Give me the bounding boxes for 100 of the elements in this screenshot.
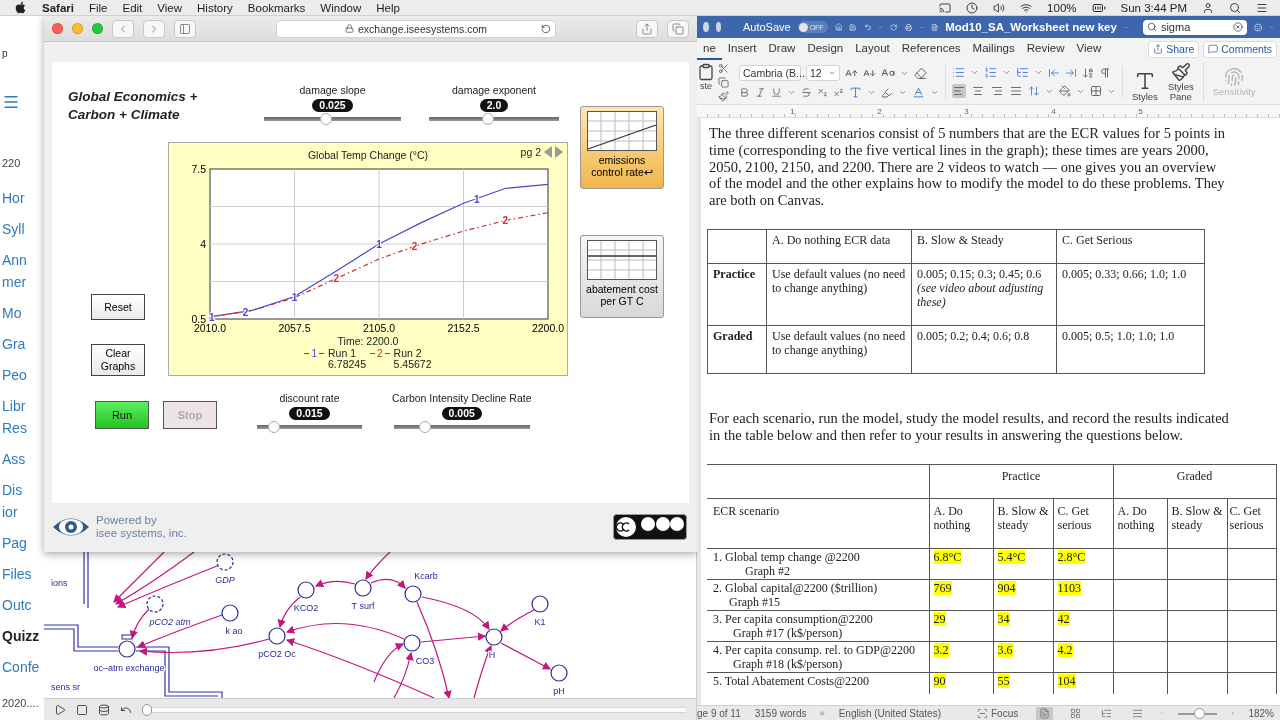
database-icon[interactable] (98, 703, 110, 716)
numbering-icon[interactable] (984, 66, 997, 79)
sidebar-link[interactable]: Files (2, 563, 44, 585)
tabs-button[interactable] (667, 19, 689, 38)
cut-icon[interactable] (718, 62, 729, 74)
sidebar-link[interactable]: Gra (2, 333, 44, 355)
dropdown-caret-icon[interactable] (867, 88, 876, 97)
sidebar-link[interactable]: Mo (2, 302, 44, 324)
search-field[interactable]: sigma (1142, 19, 1247, 35)
screen-icon[interactable] (939, 1, 952, 14)
graph-control-button[interactable]: Reset (91, 294, 145, 320)
menu-item[interactable]: Edit (122, 1, 143, 14)
tabs-icon[interactable] (672, 22, 684, 35)
align-button[interactable] (952, 84, 966, 98)
dropdown-caret-icon[interactable] (1002, 68, 1011, 77)
ribbon-tab[interactable]: Draw (762, 38, 802, 60)
minimize-button[interactable] (72, 23, 83, 34)
zoom-button[interactable] (92, 23, 103, 34)
dropdown-caret-icon[interactable] (898, 88, 907, 97)
clear-formatting-icon[interactable] (914, 66, 927, 80)
underline-icon[interactable] (771, 87, 782, 98)
dropdown-caret-icon[interactable] (828, 69, 836, 77)
multilevel-list-icon[interactable] (1016, 66, 1029, 79)
slider-thumb[interactable] (418, 421, 431, 433)
menu-icon[interactable] (2, 93, 20, 111)
paste-button[interactable]: ste (697, 62, 715, 91)
slider-thumb[interactable] (268, 421, 281, 433)
ribbon-tab[interactable]: Mailings (966, 38, 1021, 60)
graph-pad-button[interactable]: emissions control rate↩ (580, 106, 664, 189)
styles-button[interactable]: Styles (1129, 70, 1161, 102)
sidebar-link[interactable]: Peo (2, 364, 44, 386)
close-button[interactable] (52, 23, 63, 34)
focus-button[interactable]: Focus (972, 706, 1023, 720)
italic-icon[interactable] (755, 87, 766, 98)
align-button[interactable] (1009, 84, 1023, 98)
menu-item[interactable]: History (197, 1, 233, 14)
menu-item[interactable]: Window (320, 1, 362, 14)
back-button[interactable] (112, 19, 134, 38)
highlighter-icon[interactable] (881, 86, 893, 99)
app-menu[interactable]: Safari (42, 1, 74, 14)
address-field[interactable]: exchange.iseesystems.com (276, 19, 556, 38)
align-button[interactable] (990, 84, 1004, 98)
format-painter-icon[interactable] (718, 90, 729, 102)
wifi-icon[interactable] (1020, 1, 1033, 14)
ribbon-tab[interactable]: Insert (721, 38, 763, 60)
line-spacing-icon[interactable] (1028, 85, 1040, 97)
reload-icon[interactable] (541, 23, 551, 34)
slider-thumb[interactable] (482, 113, 495, 125)
ribbon-tab[interactable]: Layout (849, 38, 896, 60)
previous-page-icon[interactable] (544, 146, 552, 158)
clear-search-icon[interactable] (1232, 22, 1243, 32)
forward-button[interactable] (143, 19, 165, 38)
sidebar-button[interactable] (174, 19, 196, 38)
sidebar-icon[interactable] (179, 22, 191, 35)
volume-icon[interactable] (993, 1, 1006, 14)
font-color-icon[interactable] (912, 86, 925, 99)
menu-item[interactable]: View (157, 1, 183, 14)
increase-indent-icon[interactable] (1065, 66, 1077, 79)
apple-icon[interactable] (14, 1, 27, 14)
shading-icon[interactable] (1059, 85, 1071, 97)
share-button[interactable]: Share (1148, 40, 1200, 58)
sort-icon[interactable] (1082, 66, 1094, 79)
borders-icon[interactable] (1090, 85, 1102, 97)
dropdown-caret-icon[interactable] (970, 68, 979, 77)
sidebar-link[interactable]: Outc (2, 594, 44, 616)
ribbon-tab[interactable]: Review (1020, 38, 1071, 60)
decrease-indent-icon[interactable] (1048, 66, 1060, 79)
home-icon[interactable] (834, 20, 843, 34)
sidebar-link[interactable]: Dis ior (2, 479, 44, 523)
subscript-icon[interactable] (817, 87, 828, 98)
search-icon[interactable] (1229, 1, 1241, 14)
sidebar-link[interactable]: Confe (2, 656, 44, 678)
styles-pane-button[interactable]: Styles Pane (1164, 62, 1197, 102)
menu-item[interactable]: Help (376, 1, 400, 14)
ribbon-tab[interactable]: References (895, 38, 967, 60)
slider-thumb[interactable] (320, 113, 333, 125)
next-page-icon[interactable] (555, 146, 563, 158)
pilcrow-icon[interactable] (1099, 66, 1111, 79)
font-size-dropdown[interactable]: 12 (806, 65, 840, 81)
sidebar-link[interactable]: Libr Res (2, 395, 44, 439)
share-icon[interactable] (641, 22, 653, 35)
dropdown-caret-icon[interactable] (787, 88, 796, 97)
sidebar-link[interactable]: Pag (2, 532, 44, 554)
bold-icon[interactable] (739, 87, 750, 98)
menu-icon[interactable] (1256, 1, 1268, 14)
user-icon[interactable] (1202, 1, 1214, 14)
ribbon-tab[interactable]: Design (801, 38, 850, 60)
playback-thumb[interactable] (142, 703, 152, 716)
menu-item[interactable]: Bookmarks (247, 1, 306, 14)
menu-item[interactable]: File (88, 1, 108, 14)
comments-button[interactable]: Comments (1203, 40, 1277, 58)
copy-icon[interactable] (718, 76, 729, 88)
share-button[interactable] (636, 19, 658, 38)
zoom-thumb[interactable] (1194, 707, 1205, 719)
bullets-icon[interactable] (952, 66, 965, 79)
play-icon[interactable] (54, 703, 66, 716)
dropdown-caret-icon[interactable] (930, 88, 939, 97)
graph-control-button[interactable]: Clear Graphs (91, 344, 145, 376)
strikethrough-icon[interactable] (801, 87, 812, 98)
graph-pad-button[interactable]: abatement cost per GT C (580, 235, 664, 318)
